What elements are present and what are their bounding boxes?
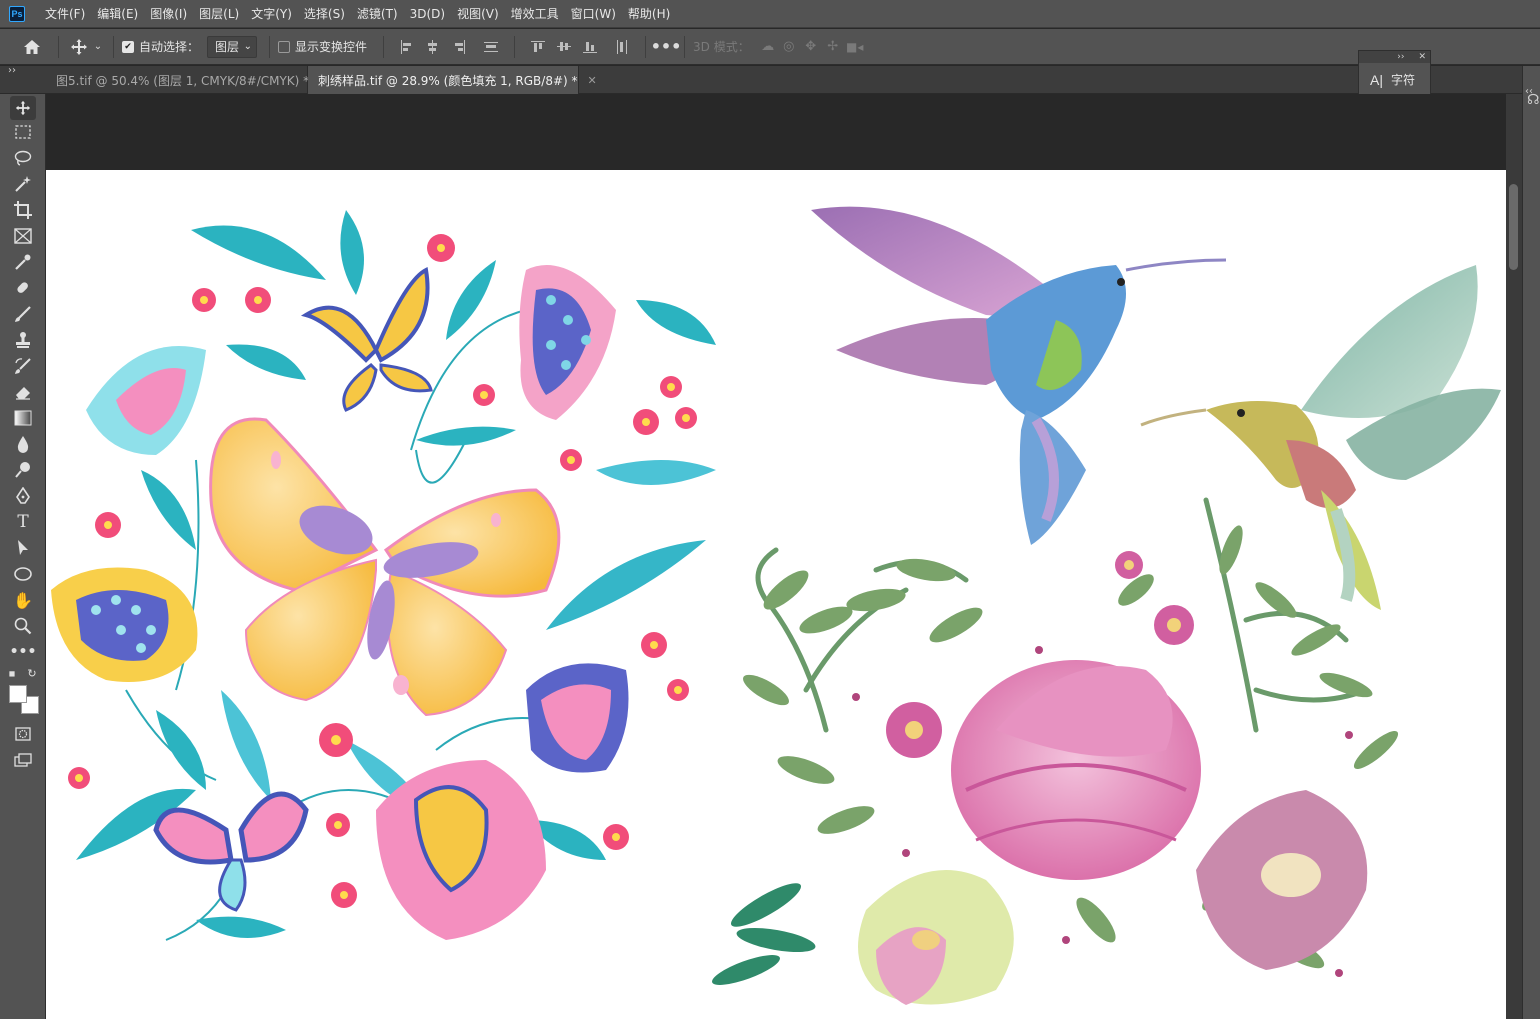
scrollbar-thumb[interactable] bbox=[1509, 184, 1518, 270]
history-brush-tool-icon[interactable] bbox=[10, 354, 36, 378]
menu-type[interactable]: 文字(Y) bbox=[245, 0, 298, 28]
zoom-tool-icon[interactable] bbox=[10, 614, 36, 638]
separator bbox=[514, 35, 516, 58]
lasso-tool-icon[interactable] bbox=[10, 146, 36, 170]
3d-orbit-icon[interactable]: ☁ bbox=[758, 35, 778, 59]
show-transform-checkbox[interactable] bbox=[278, 40, 291, 53]
menu-help[interactable]: 帮助(H) bbox=[622, 0, 676, 28]
path-selection-tool-icon[interactable] bbox=[10, 536, 36, 560]
separator bbox=[645, 35, 647, 58]
panel-icon[interactable]: ☊ bbox=[1527, 92, 1539, 108]
swap-colors-icon[interactable]: ↻ bbox=[26, 666, 38, 680]
align-bottom-edges-icon[interactable] bbox=[583, 40, 598, 54]
marquee-tool-icon[interactable] bbox=[10, 120, 36, 144]
embroidery-artwork bbox=[51, 206, 1501, 1005]
move-tool-icon[interactable] bbox=[10, 96, 36, 120]
brush-tool-icon[interactable] bbox=[10, 302, 36, 326]
menu-edit[interactable]: 编辑(E) bbox=[91, 0, 144, 28]
magic-wand-tool-icon[interactable] bbox=[10, 172, 36, 196]
character-panel-button[interactable]: A| 字符 bbox=[1359, 63, 1430, 88]
menu-select[interactable]: 选择(S) bbox=[298, 0, 351, 28]
hummingbird-left bbox=[811, 206, 1227, 545]
menu-layer[interactable]: 图层(L) bbox=[193, 0, 245, 28]
align-vertical-centers-icon[interactable] bbox=[557, 40, 572, 54]
separator bbox=[269, 35, 271, 58]
separator bbox=[383, 35, 385, 58]
home-icon[interactable] bbox=[20, 35, 44, 59]
3d-camera-icon[interactable]: ■◂ bbox=[844, 35, 866, 59]
3d-roll-icon[interactable]: ◎ bbox=[778, 35, 800, 59]
align-left-edges-icon[interactable] bbox=[400, 39, 414, 54]
chevron-down-icon[interactable]: ⌄ bbox=[91, 35, 105, 59]
show-transform-group[interactable]: 显示变换控件 bbox=[278, 38, 367, 55]
vertical-scrollbar[interactable] bbox=[1506, 94, 1522, 1019]
auto-select-group[interactable]: ✔ 自动选择： bbox=[122, 38, 199, 55]
hand-tool-icon[interactable]: ✋ bbox=[10, 588, 36, 612]
tools-panel: T ✋ ••• ◼ ↻ bbox=[0, 94, 46, 1019]
separator bbox=[58, 35, 59, 58]
document-tab-2[interactable]: 刺绣样品.tif @ 28.9% (颜色填充 1, RGB/8#) * ✕ bbox=[308, 66, 597, 94]
type-tool-icon[interactable]: T bbox=[10, 510, 36, 534]
expand-panel-icon[interactable]: ›› bbox=[1397, 52, 1404, 62]
screen-mode-icon[interactable] bbox=[10, 748, 36, 772]
auto-select-target-value: 图层 bbox=[215, 40, 240, 54]
3d-mode-label: 3D 模式： bbox=[693, 40, 750, 54]
close-icon[interactable]: ✕ bbox=[1418, 52, 1426, 62]
tab-title: 图5.tif @ 50.4% (图层 1, CMYK/8#/CMYK) * bbox=[56, 73, 310, 88]
crop-tool-icon[interactable] bbox=[10, 198, 36, 222]
menu-image[interactable]: 图像(I) bbox=[144, 0, 193, 28]
align-top-edges-icon[interactable] bbox=[531, 40, 546, 54]
pen-tool-icon[interactable] bbox=[10, 484, 36, 508]
chevron-down-icon: ⌄ bbox=[243, 41, 253, 52]
frame-tool-icon[interactable] bbox=[10, 224, 36, 248]
right-panel-dock: ‹‹ ☊ bbox=[1522, 66, 1540, 1019]
dodge-tool-icon[interactable] bbox=[10, 458, 36, 482]
3d-slide-icon[interactable]: ✢ bbox=[822, 35, 844, 59]
show-transform-label: 显示变换控件 bbox=[295, 40, 368, 54]
menu-file[interactable]: 文件(F) bbox=[39, 0, 91, 28]
healing-brush-tool-icon[interactable] bbox=[10, 276, 36, 300]
align-right-edges-icon[interactable] bbox=[452, 39, 466, 54]
eraser-tool-icon[interactable] bbox=[10, 380, 36, 404]
more-options-icon[interactable]: ••• bbox=[651, 35, 682, 59]
ellipse-tool-icon[interactable] bbox=[10, 562, 36, 586]
move-tool-icon[interactable] bbox=[67, 35, 91, 59]
menu-3d[interactable]: 3D(D) bbox=[404, 0, 451, 28]
auto-select-target-dropdown[interactable]: 图层 ⌄ bbox=[207, 35, 258, 58]
separator bbox=[684, 35, 686, 58]
close-icon[interactable]: ✕ bbox=[588, 74, 597, 87]
quick-mask-icon[interactable] bbox=[10, 722, 36, 746]
character-label: 字符 bbox=[1390, 73, 1415, 87]
eyedropper-tool-icon[interactable] bbox=[10, 250, 36, 274]
distribute-horizontal-icon[interactable] bbox=[615, 39, 629, 54]
options-bar: ⌄ ✔ 自动选择： 图层 ⌄ 显示变换控件 ••• 3D 模式： ☁ ◎ ✥ ✢… bbox=[0, 29, 1540, 65]
gradient-tool-icon[interactable] bbox=[10, 406, 36, 430]
document-tab-1[interactable]: 图5.tif @ 50.4% (图层 1, CMYK/8#/CMYK) * ✕ bbox=[46, 66, 328, 94]
auto-select-checkbox[interactable]: ✔ bbox=[122, 40, 134, 53]
edit-toolbar-icon[interactable]: ••• bbox=[10, 640, 37, 664]
menu-view[interactable]: 视图(V) bbox=[451, 0, 505, 28]
foreground-color-swatch[interactable] bbox=[9, 685, 27, 703]
photoshop-logo-icon[interactable]: Ps bbox=[9, 5, 25, 22]
default-colors-icon[interactable]: ◼ bbox=[6, 666, 18, 680]
distribute-vertical-icon[interactable] bbox=[484, 40, 499, 54]
double-chevron-right-icon[interactable]: ›› bbox=[8, 65, 16, 76]
document-canvas[interactable] bbox=[46, 170, 1506, 1019]
auto-select-label: 自动选择： bbox=[139, 40, 200, 54]
menu-bar: Ps 文件(F) 编辑(E) 图像(I) 图层(L) 文字(Y) 选择(S) 滤… bbox=[0, 0, 1540, 28]
hummingbird-right bbox=[1140, 265, 1501, 610]
character-icon: A| bbox=[1370, 71, 1383, 88]
blur-tool-icon[interactable] bbox=[10, 432, 36, 456]
clone-stamp-tool-icon[interactable] bbox=[10, 328, 36, 352]
tab-title: 刺绣样品.tif @ 28.9% (颜色填充 1, RGB/8#) * bbox=[318, 73, 578, 88]
menu-window[interactable]: 窗口(W) bbox=[565, 0, 622, 28]
butterfly bbox=[209, 417, 561, 717]
menu-filter[interactable]: 滤镜(T) bbox=[351, 0, 404, 28]
panel-header: ›› ✕ bbox=[1359, 51, 1430, 63]
menu-plugins[interactable]: 增效工具 bbox=[505, 0, 565, 28]
3d-pan-icon[interactable]: ✥ bbox=[800, 35, 822, 59]
align-horizontal-centers-icon[interactable] bbox=[426, 39, 440, 54]
separator bbox=[113, 35, 114, 58]
document-tab-strip: ›› 图5.tif @ 50.4% (图层 1, CMYK/8#/CMYK) *… bbox=[0, 65, 1540, 94]
